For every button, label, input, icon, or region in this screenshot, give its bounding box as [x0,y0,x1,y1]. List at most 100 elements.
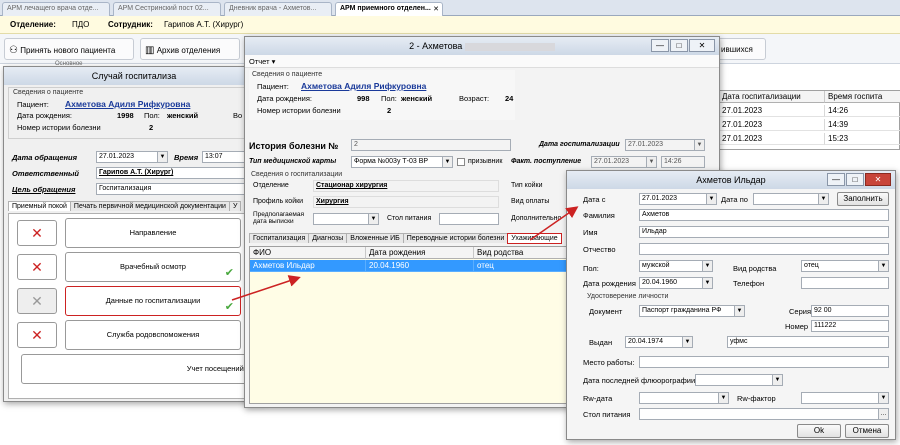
minimize-icon[interactable]: — [651,39,669,52]
series-field[interactable]: 92 00 [811,305,889,317]
chevron-down-icon[interactable]: ▼ [368,214,378,224]
fluoro-date-field[interactable]: ▼ [695,374,783,386]
ok-button[interactable]: Ok [797,424,841,438]
visits-button[interactable]: Учет посещений в п [21,354,261,384]
work-field[interactable] [639,356,889,368]
rw-date-field[interactable]: ▼ [639,392,729,404]
date-from-field[interactable]: 27.01.2023 ▼ [639,193,717,205]
minimize-icon[interactable]: — [827,173,845,186]
maximize-icon[interactable]: □ [670,39,688,52]
referral-button[interactable]: Направление [65,218,241,248]
tab-caregivers[interactable]: Ухаживающие [507,233,562,244]
relation-select[interactable]: отец ▼ [801,260,889,272]
admit-time-field[interactable]: 14:26 [661,156,705,168]
close-icon[interactable]: ✕ [433,5,439,13]
ellipsis-icon[interactable]: … [878,409,888,419]
hospitalization-data-button[interactable]: Данные по госпитализации ✔ [65,286,241,316]
date-to-field[interactable]: ▼ [753,193,829,205]
conscript-checkbox[interactable] [457,158,465,166]
tab-diagnoses[interactable]: Диагнозы [308,233,348,243]
accept-patient-button[interactable]: ⚇ Принять нового пациента [4,38,134,60]
medical-exam-button[interactable]: Врачебный осмотр ✔ [65,252,241,282]
patient-name-link[interactable]: Ахметова Адиля Рифкуровна [65,99,190,109]
report-menu-item[interactable]: Отчет ▾ [249,57,275,66]
hosp-date-field[interactable]: 27.01.2023 ▼ [625,139,705,151]
x-icon[interactable]: ✕ [17,288,57,314]
col-hosp-date[interactable]: Дата госпитализации [719,91,825,103]
obstetric-service-button[interactable]: Служба родовспоможения [65,320,241,350]
tab-reception[interactable]: Приемный покой [8,201,71,211]
history-no-field[interactable]: 2 [351,139,511,151]
tab-hospitalization[interactable]: Госпитализация [249,233,310,243]
card-type-select[interactable]: Форма №003у Т-03 ВР ▼ [351,156,453,168]
tab-transfer-histories[interactable]: Переводные истории болезни [402,233,509,243]
profile-field[interactable]: Хирургия [313,196,499,208]
chevron-down-icon[interactable]: ▼ [682,337,692,347]
surname-field[interactable]: Ахметов [639,209,889,221]
rw-factor-label: Rw-фактор [737,394,776,403]
purpose-field[interactable]: Госпитализация [96,183,262,195]
diet-field[interactable]: … [639,408,889,420]
age-value: 24 [505,94,514,103]
chevron-down-icon[interactable]: ▼ [878,261,888,271]
chevron-down-icon[interactable]: ▼ [702,261,712,271]
tab-doctor-diary[interactable]: Дневник врача - Ахметов... [224,2,332,16]
issued-date-field[interactable]: 20.04.1974 ▼ [625,336,693,348]
x-icon[interactable]: ✕ [17,254,57,280]
phone-field[interactable] [801,277,889,289]
x-icon[interactable]: ✕ [17,322,57,348]
table-row[interactable]: 27.01.2023 [719,133,825,145]
chevron-down-icon[interactable]: ▼ [818,194,828,204]
discharge-date-field[interactable]: ▼ [313,213,379,225]
user-info-bar: Отделение: ПДО Сотрудник: Гарипов А.Т. (… [0,16,900,34]
tab-admission-dept[interactable]: АРМ приемного отделен... ✕ [335,2,443,17]
table-row[interactable]: 27.01.2023 [719,119,825,131]
window-controls: — □ ✕ [650,39,715,52]
chevron-down-icon[interactable]: ▼ [442,157,452,167]
chevron-down-icon[interactable]: ▼ [694,140,704,150]
department-archive-button[interactable]: ▥ Архив отделения [140,38,240,60]
diet-label: Стол питания [583,410,631,419]
number-field[interactable]: 111222 [811,320,889,332]
tab-nested-ib[interactable]: Вложенные ИБ [346,233,404,243]
diet-field[interactable] [439,213,499,225]
close-icon[interactable]: ✕ [689,39,715,52]
doc-select[interactable]: Паспорт гражданина РФ ▼ [639,305,745,317]
rw-factor-select[interactable]: ▼ [801,392,889,404]
chevron-down-icon[interactable]: ▼ [734,306,744,316]
chevron-down-icon[interactable]: ▼ [718,393,728,403]
tab-print-docs[interactable]: Печать первичной медицинской документаци… [69,201,230,211]
tab-other[interactable]: У [228,201,242,211]
phone-label: Телефон [733,279,765,288]
sex-select[interactable]: мужской ▼ [639,260,713,272]
chevron-down-icon[interactable]: ▼ [772,375,782,385]
tab-nurse-post[interactable]: АРМ Сестринский пост 02... [113,2,221,16]
table-row[interactable]: 27.01.2023 [719,105,825,117]
discharged-button[interactable]: ившихся [716,38,766,60]
appeal-date-field[interactable]: 27.01.2023 ▼ [96,151,168,163]
chevron-down-icon[interactable]: ▼ [157,152,167,162]
issued-by-field[interactable]: уфмс [727,336,889,348]
chevron-down-icon[interactable]: ▼ [706,194,716,204]
x-icon[interactable]: ✕ [17,220,57,246]
admit-date-field[interactable]: 27.01.2023 ▼ [591,156,657,168]
close-icon[interactable]: ✕ [865,173,891,186]
fluoro-label: Дата последней флюорографии: [583,376,698,385]
cancel-button[interactable]: Отмена [845,424,889,438]
col-fio[interactable]: ФИО [250,247,366,259]
responsible-field[interactable]: Гарипов А.Т. (Хирург) [96,167,262,179]
dept-field[interactable]: Стационар хирургия [313,180,499,192]
chevron-down-icon[interactable]: ▼ [878,393,888,403]
patronymic-field[interactable] [639,243,889,255]
col-dob[interactable]: Дата рождения [366,247,474,259]
chevron-down-icon[interactable]: ▼ [646,157,656,167]
chevron-down-icon[interactable]: ▼ [702,278,712,288]
patient-name-link[interactable]: Ахметова Адиля Рифкуровна [301,81,426,91]
accept-patient-label: Принять нового пациента [20,46,116,55]
fill-button[interactable]: Заполнить [837,192,889,206]
maximize-icon[interactable]: □ [846,173,864,186]
col-hosp-time[interactable]: Время госпита [825,91,900,103]
tab-attending-doctor[interactable]: АРМ лечащего врача отде... [2,2,110,16]
dob-field[interactable]: 20.04.1960 ▼ [639,277,713,289]
name-field[interactable]: Ильдар [639,226,889,238]
